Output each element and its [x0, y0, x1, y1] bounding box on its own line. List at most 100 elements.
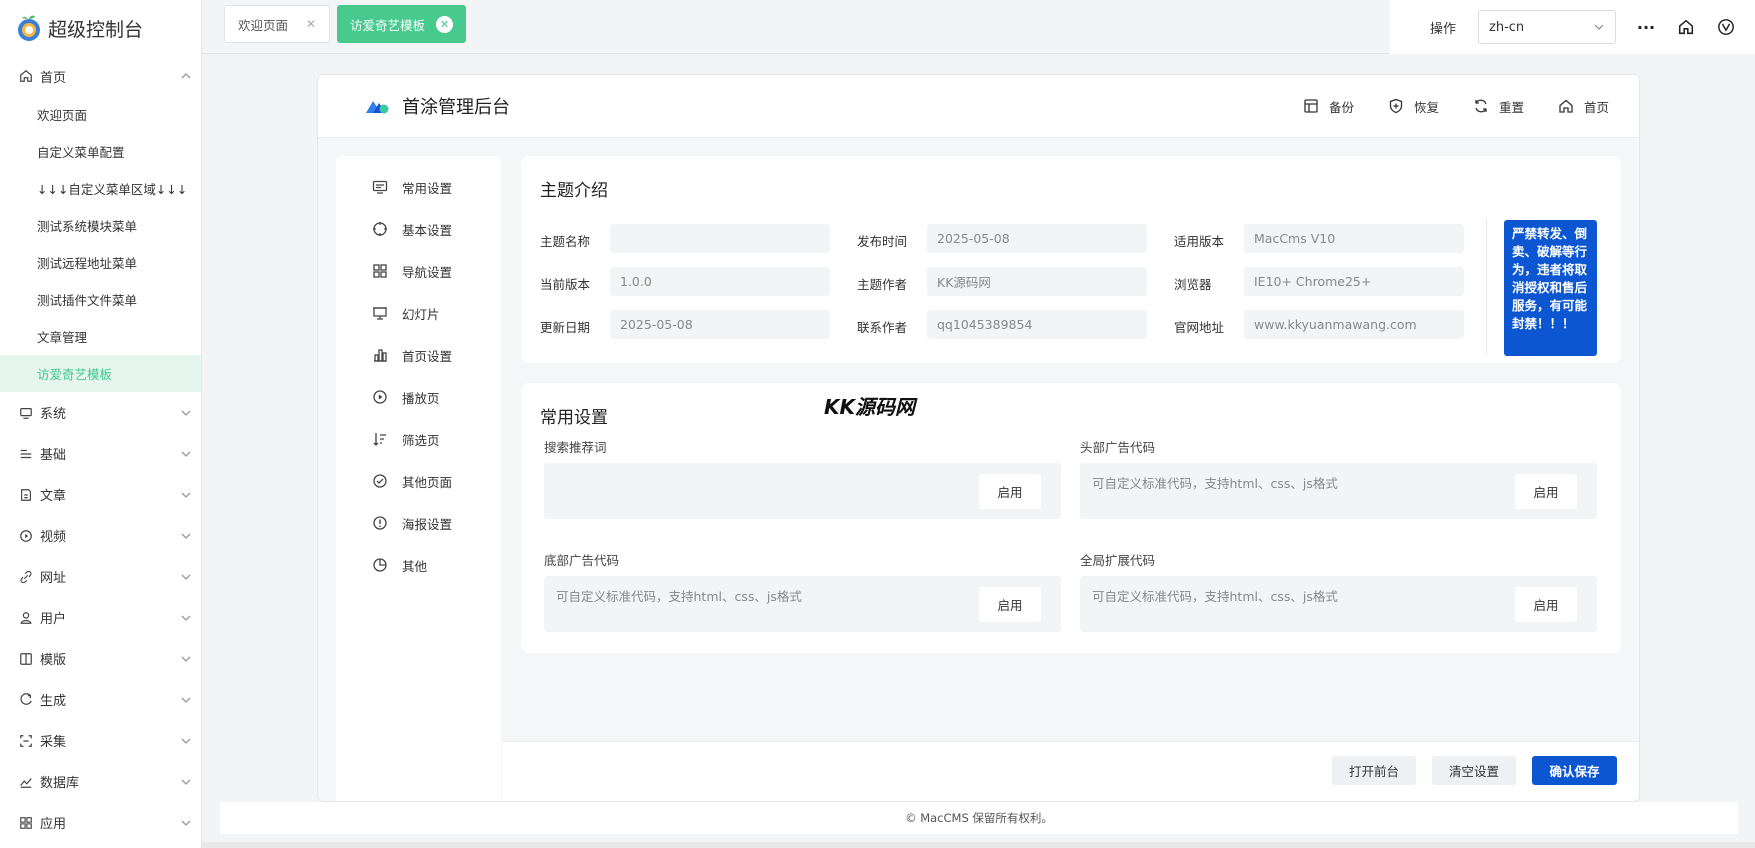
home-icon	[1559, 99, 1573, 113]
tab-welcome[interactable]: 欢迎页面 ✕	[224, 5, 330, 43]
nav-group-basic[interactable]: 基础	[0, 433, 201, 474]
nav-group-label: 生成	[40, 694, 67, 709]
menu-label: 海报设置	[402, 516, 453, 532]
more-icon[interactable]: ···	[1636, 17, 1656, 37]
chevron-down-icon	[181, 451, 191, 457]
reset-button[interactable]: 重置	[1473, 97, 1524, 116]
release-date-field[interactable]: 2025-05-08	[927, 224, 1147, 253]
monitor-icon	[18, 405, 34, 421]
nav-group-apps[interactable]: 应用	[0, 802, 201, 843]
menu-nav-settings[interactable]: 导航设置	[336, 250, 501, 292]
update-date-field[interactable]: 2025-05-08	[610, 310, 830, 339]
menu-play-page[interactable]: 播放页	[336, 376, 501, 418]
close-icon[interactable]: ✕	[436, 15, 453, 33]
menu-label: 基本设置	[402, 222, 453, 238]
nav-group-label: 视频	[40, 530, 67, 545]
nav-group-label: 数据库	[40, 776, 80, 791]
home-button[interactable]: 首页	[1558, 97, 1609, 116]
menu-other[interactable]: 其他	[336, 544, 501, 586]
backup-button[interactable]: 备份	[1303, 97, 1354, 116]
enable-button[interactable]: 启用	[1515, 587, 1577, 622]
theme-author-field[interactable]: KK源码网	[927, 267, 1147, 296]
nav-group-article[interactable]: 文章	[0, 474, 201, 515]
menu-other-pages[interactable]: 其他页面	[336, 460, 501, 502]
nav-group-generate[interactable]: 生成	[0, 679, 201, 720]
nav-group-label: 首页	[40, 70, 67, 86]
menu-filter-page[interactable]: 筛选页	[336, 418, 501, 460]
compatible-version-field[interactable]: MacCms V10	[1244, 224, 1464, 253]
nav-item-custom-menu-area[interactable]: ↓↓↓自定义菜单区域↓↓↓	[0, 170, 201, 207]
logo[interactable]: 超级控制台	[0, 0, 201, 56]
common-settings-panel: 常用设置 KK源码网 搜索推荐词 启用 头部广告代码 可自定义标准代码，支持ht…	[521, 383, 1621, 653]
language-select[interactable]: zh-cn	[1478, 10, 1617, 44]
tab-iqiyi-template[interactable]: 访爱奇艺模板 ✕	[337, 5, 466, 43]
nav-group-label: 应用	[40, 817, 67, 832]
enable-button[interactable]: 启用	[979, 474, 1041, 509]
placeholder-text: 可自定义标准代码，支持html、css、js格式	[1092, 476, 1338, 491]
pie-chart-icon	[373, 558, 387, 572]
browser-field[interactable]: IE10+ Chrome25+	[1244, 267, 1464, 296]
sort-icon	[373, 433, 386, 446]
menu-label: 首页设置	[402, 348, 453, 364]
menu-poster-settings[interactable]: 海报设置	[336, 502, 501, 544]
grid-icon	[373, 264, 387, 278]
theme-name-field[interactable]	[610, 224, 830, 253]
global-extension-code-textarea[interactable]: 可自定义标准代码，支持html、css、js格式 启用	[1080, 576, 1597, 632]
field-label: 搜索推荐词	[544, 440, 607, 455]
copyright-notice: 严禁转发、倒卖、破解等行为，违者将取消授权和售后服务，有可能封禁！！！	[1504, 220, 1597, 356]
field-label: 主题作者	[857, 277, 908, 292]
home-icon[interactable]	[1676, 17, 1696, 37]
chevron-down-icon	[1594, 24, 1604, 30]
restore-button[interactable]: 恢复	[1388, 97, 1439, 116]
section-title: 常用设置	[540, 408, 608, 428]
field-label: 适用版本	[1174, 234, 1225, 249]
nav-item-custom-menu-config[interactable]: 自定义菜单配置	[0, 133, 201, 170]
contact-author-field[interactable]: qq1045389854	[927, 310, 1147, 339]
refresh-icon	[1475, 99, 1487, 113]
card-title: 首涂管理后台	[402, 97, 510, 118]
nav-item-welcome[interactable]: 欢迎页面	[0, 96, 201, 133]
close-icon[interactable]: ✕	[306, 17, 316, 31]
menu-common-settings[interactable]: 常用设置	[336, 166, 501, 208]
header-ad-code-textarea[interactable]: 可自定义标准代码，支持html、css、js格式 启用	[1080, 463, 1597, 519]
nav-item-test-plugin-file[interactable]: 测试插件文件菜单	[0, 281, 201, 318]
menu-basic-settings[interactable]: 基本设置	[336, 208, 501, 250]
nav-item-iqiyi-template[interactable]: 访爱奇艺模板	[0, 355, 201, 392]
nav-group-url[interactable]: 网址	[0, 556, 201, 597]
menu-label: 播放页	[402, 390, 440, 406]
enable-button[interactable]: 启用	[1515, 474, 1577, 509]
field-label: 当前版本	[540, 277, 591, 292]
nav-group-collect[interactable]: 采集	[0, 720, 201, 761]
footer-ad-code-textarea[interactable]: 可自定义标准代码，支持html、css、js格式 启用	[544, 576, 1061, 632]
nav-group-system[interactable]: 系统	[0, 392, 201, 433]
nav-group-home[interactable]: 首页	[0, 56, 201, 96]
section-title: 主题介绍	[540, 181, 608, 201]
chevron-down-icon	[181, 738, 191, 744]
nav-item-test-system-module[interactable]: 测试系统模块菜单	[0, 207, 201, 244]
menu-slides[interactable]: 幻灯片	[336, 292, 501, 334]
nav-group-database[interactable]: 数据库	[0, 761, 201, 802]
card-header: 首涂管理后台 备份 恢复 重置 首页	[318, 75, 1639, 138]
nav-group-video[interactable]: 视频	[0, 515, 201, 556]
vue-logo-icon[interactable]	[1716, 17, 1736, 37]
top-right-toolbar: 操作 zh-cn ···	[1390, 0, 1755, 54]
search-keywords-textarea[interactable]: 启用	[544, 463, 1061, 519]
placeholder-text: 可自定义标准代码，支持html、css、js格式	[556, 589, 802, 604]
website-field[interactable]: www.kkyuanmawang.com	[1244, 310, 1464, 339]
nav-item-test-remote-url[interactable]: 测试远程地址菜单	[0, 244, 201, 281]
open-frontend-button[interactable]: 打开前台	[1332, 756, 1416, 785]
clear-settings-button[interactable]: 清空设置	[1432, 756, 1516, 785]
language-value: zh-cn	[1489, 19, 1525, 35]
confirm-save-button[interactable]: 确认保存	[1532, 756, 1617, 785]
chevron-down-icon	[181, 779, 191, 785]
enable-button[interactable]: 启用	[979, 587, 1041, 622]
current-version-field[interactable]: 1.0.0	[610, 267, 830, 296]
nav-group-template[interactable]: 模版	[0, 638, 201, 679]
user-icon	[18, 610, 34, 626]
field-label: 主题名称	[540, 234, 591, 249]
nav-item-article-manage[interactable]: 文章管理	[0, 318, 201, 355]
operation-label[interactable]: 操作	[1430, 18, 1456, 37]
nav-group-user[interactable]: 用户	[0, 597, 201, 638]
placeholder-text: 可自定义标准代码，支持html、css、js格式	[1092, 589, 1338, 604]
menu-home-settings[interactable]: 首页设置	[336, 334, 501, 376]
